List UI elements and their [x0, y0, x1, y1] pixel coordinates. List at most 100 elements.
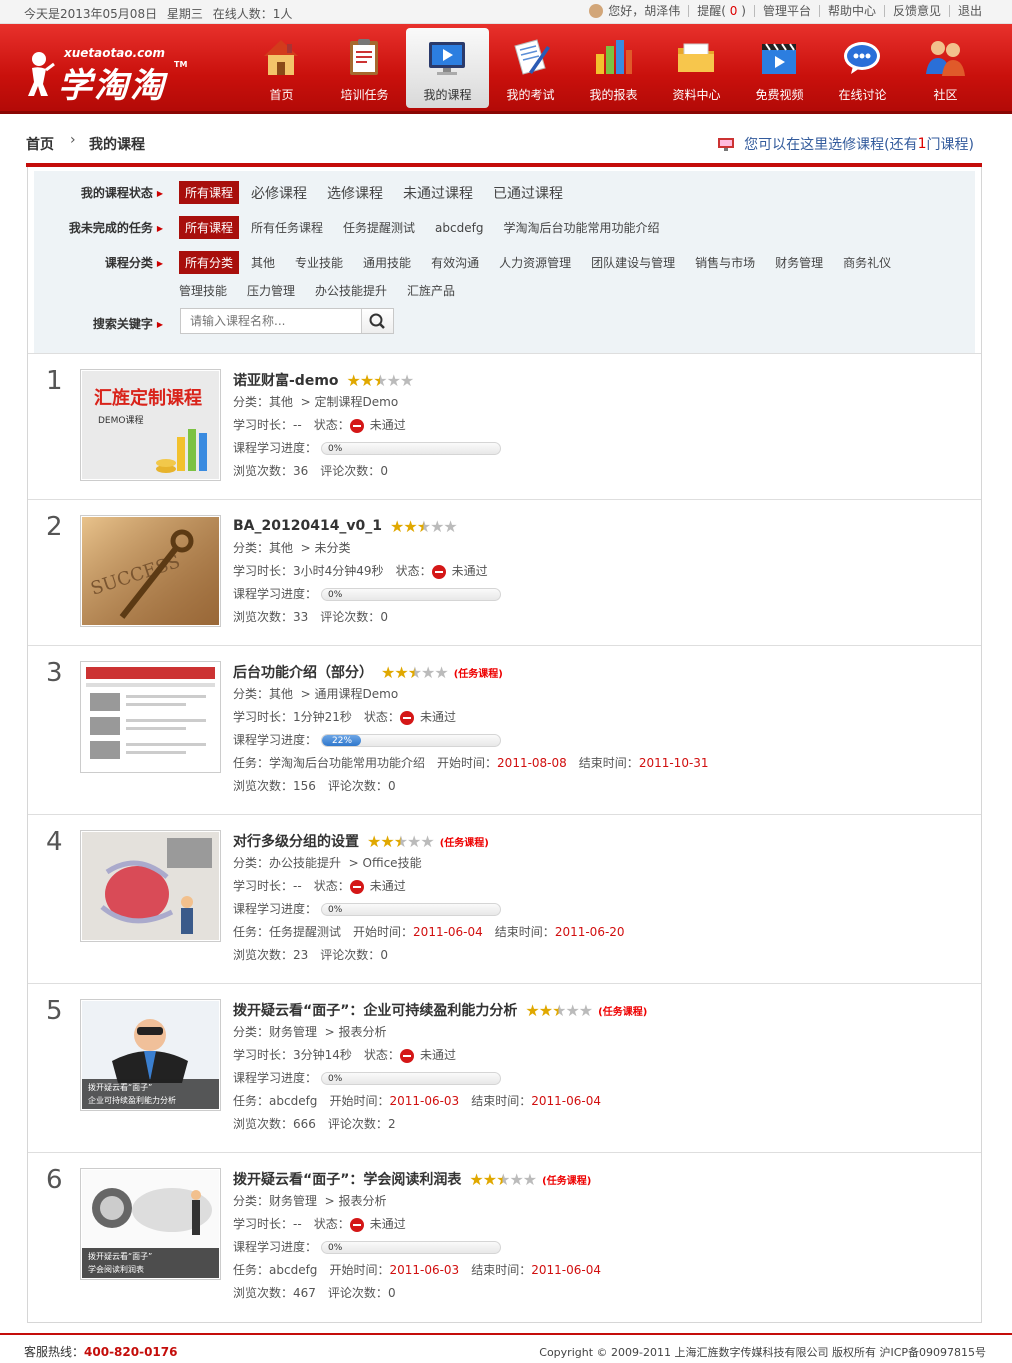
nav-my-courses[interactable]: 我的课程: [406, 28, 489, 108]
bar-chart-icon: [596, 40, 632, 74]
course-subcategory[interactable]: > 未分类: [301, 537, 351, 560]
monitor-small-icon: [718, 137, 735, 151]
filter-status-elective[interactable]: 选修课程: [327, 183, 383, 203]
logout-link[interactable]: 退出: [958, 2, 982, 19]
filter-tasks-label: 我未完成的任务 ▶: [68, 221, 163, 235]
course-category[interactable]: 其他: [269, 537, 293, 560]
course-rating: ★★★★★: [347, 371, 415, 390]
star-icon: ★: [390, 516, 404, 536]
star-icon: ★: [380, 831, 394, 851]
filter-status-failed[interactable]: 未通过课程: [403, 183, 473, 203]
search-icon: [369, 313, 385, 329]
user-links: 您好，胡泽伟 提醒( 0 ) 管理平台 帮助中心 反馈意见 退出: [589, 2, 982, 19]
course-progress-line: 课程学习进度： 0%: [233, 583, 502, 606]
help-center-link[interactable]: 帮助中心: [828, 2, 876, 19]
course-status: 未通过: [369, 418, 406, 432]
course-views: 36: [293, 464, 309, 478]
filter-category-option[interactable]: 管理技能: [179, 282, 227, 299]
course-thumbnail[interactable]: 汇旌定制课程 DEMO课程: [80, 369, 221, 481]
search-input[interactable]: [181, 309, 361, 333]
course-subcategory[interactable]: > 通用课程Demo: [301, 683, 399, 706]
course-thumbnail[interactable]: [80, 830, 221, 942]
svg-text:企业可持续盈利能力分析: 企业可持续盈利能力分析: [88, 1095, 176, 1105]
filter-category-option[interactable]: 财务管理: [775, 254, 823, 271]
course-thumbnail[interactable]: [80, 661, 221, 773]
course-info: 后台功能介绍（部分） ★★★★★ (任务课程) 分类： 其他 > 通用课程Demo…: [233, 661, 709, 798]
course-subcategory[interactable]: > 定制课程Demo: [301, 391, 399, 414]
nav-free-videos[interactable]: 免费视频: [738, 28, 821, 108]
empty-star-icon: ★: [430, 516, 444, 536]
course-title[interactable]: 对行多级分组的设置: [233, 831, 359, 851]
course-info: 对行多级分组的设置 ★★★★★ (任务课程) 分类： 办公技能提升 > Offic…: [233, 830, 625, 967]
course-progress-line: 课程学习进度： 0%: [233, 437, 502, 460]
filter-tasks-abcdefg[interactable]: abcdefg: [435, 221, 483, 235]
course-title[interactable]: 后台功能介绍（部分）: [233, 662, 373, 682]
mascot-icon: [28, 52, 55, 96]
search-button[interactable]: [361, 309, 393, 333]
nav-my-reports[interactable]: 我的报表: [572, 28, 655, 108]
filter-category-option[interactable]: 有效沟通: [431, 254, 479, 271]
filter-tasks-all[interactable]: 所有课程: [179, 216, 240, 239]
filter-tasks-backend-intro[interactable]: 学淘淘后台功能常用功能介绍: [503, 219, 659, 236]
filter-category-option[interactable]: 团队建设与管理: [591, 254, 675, 271]
breadcrumb-current: 我的课程: [89, 137, 145, 153]
elective-courses-link[interactable]: 您可以在这里选修课程(还有 1 门课程): [718, 134, 974, 154]
filter-category-option[interactable]: 人力资源管理: [499, 254, 571, 271]
failed-status-icon: [399, 1048, 414, 1063]
course-category[interactable]: 办公技能提升: [269, 852, 341, 875]
course-thumbnail[interactable]: 拨开疑云看“面子” 企业可持续盈利能力分析: [80, 999, 221, 1111]
course-category[interactable]: 财务管理: [269, 1190, 317, 1213]
filter-category-option[interactable]: 办公技能提升: [315, 282, 387, 299]
filter-status-required[interactable]: 必修课程: [251, 183, 307, 203]
nav-resource-center[interactable]: 资料中心: [655, 28, 738, 108]
filter-category-option[interactable]: 通用技能: [363, 254, 411, 271]
course-subcategory[interactable]: > Office技能: [349, 852, 422, 875]
nav-home[interactable]: 首页: [240, 28, 323, 108]
filter-status-all[interactable]: 所有课程: [179, 181, 240, 204]
nav-online-discussion[interactable]: 在线讨论: [821, 28, 904, 108]
divider: [688, 4, 690, 17]
filter-category-all[interactable]: 所有分类: [179, 251, 240, 274]
filter-category-option[interactable]: 销售与市场: [695, 254, 755, 271]
nav-community[interactable]: 社区: [904, 28, 987, 108]
course-category[interactable]: 财务管理: [269, 1021, 317, 1044]
remind-link[interactable]: 提醒( 0 ): [697, 2, 746, 19]
feedback-link[interactable]: 反馈意见: [893, 2, 941, 19]
site-logo[interactable]: xuetaotao.com 学淘淘 TM: [24, 38, 194, 106]
filter-category-option[interactable]: 其他: [251, 254, 275, 271]
course-title[interactable]: 拨开疑云看“面子”：企业可持续盈利能力分析: [233, 1000, 517, 1020]
course-views: 467: [293, 1286, 316, 1300]
course-start-date: 2011-06-03: [389, 1263, 460, 1277]
course-end-date: 2011-10-31: [638, 756, 709, 770]
course-title[interactable]: 拨开疑云看“面子”：学会阅读利润表: [233, 1169, 461, 1189]
monitor-icon: [429, 42, 465, 75]
course-duration-line: 学习时长： -- 状态： 未通过: [233, 414, 501, 437]
course-status: 未通过: [419, 1048, 456, 1062]
course-subcategory[interactable]: > 报表分析: [325, 1021, 387, 1044]
filter-category-option[interactable]: 汇旌产品: [407, 282, 455, 299]
course-end-date: 2011-06-04: [531, 1263, 601, 1277]
course-start-date: 2011-06-03: [389, 1094, 460, 1108]
filter-tasks-reminder-test[interactable]: 任务提醒测试: [343, 219, 415, 236]
course-thumbnail[interactable]: 拨开疑云看“面子” 学会阅读利润表: [80, 1168, 221, 1280]
star-icon: ★: [469, 1169, 483, 1189]
filter-category-option[interactable]: 压力管理: [247, 282, 295, 299]
course-category[interactable]: 其他: [269, 683, 293, 706]
divider: [753, 4, 755, 17]
breadcrumb-home[interactable]: 首页: [26, 134, 54, 154]
nav-training-tasks[interactable]: 培训任务: [323, 28, 406, 108]
filter-tasks-all-task[interactable]: 所有任务课程: [251, 219, 323, 236]
admin-platform-link[interactable]: 管理平台: [763, 2, 811, 19]
course-category[interactable]: 其他: [269, 391, 293, 414]
course-row: 2 SUCCESS BA_20120414_v0_1 ★★★★★ 分类： 其他 >…: [28, 499, 981, 645]
course-title[interactable]: BA_20120414_v0_1: [233, 518, 382, 534]
course-comments: 0: [380, 948, 388, 962]
course-title[interactable]: 诺亚财富-demo: [233, 370, 339, 390]
filter-category-option[interactable]: 专业技能: [295, 254, 343, 271]
course-views: 156: [293, 779, 316, 793]
course-subcategory[interactable]: > 报表分析: [325, 1190, 387, 1213]
course-thumbnail[interactable]: SUCCESS: [80, 515, 221, 627]
nav-my-exams[interactable]: 我的考试: [489, 28, 572, 108]
filter-status-passed[interactable]: 已通过课程: [493, 183, 563, 203]
filter-category-option[interactable]: 商务礼仪: [843, 254, 891, 271]
